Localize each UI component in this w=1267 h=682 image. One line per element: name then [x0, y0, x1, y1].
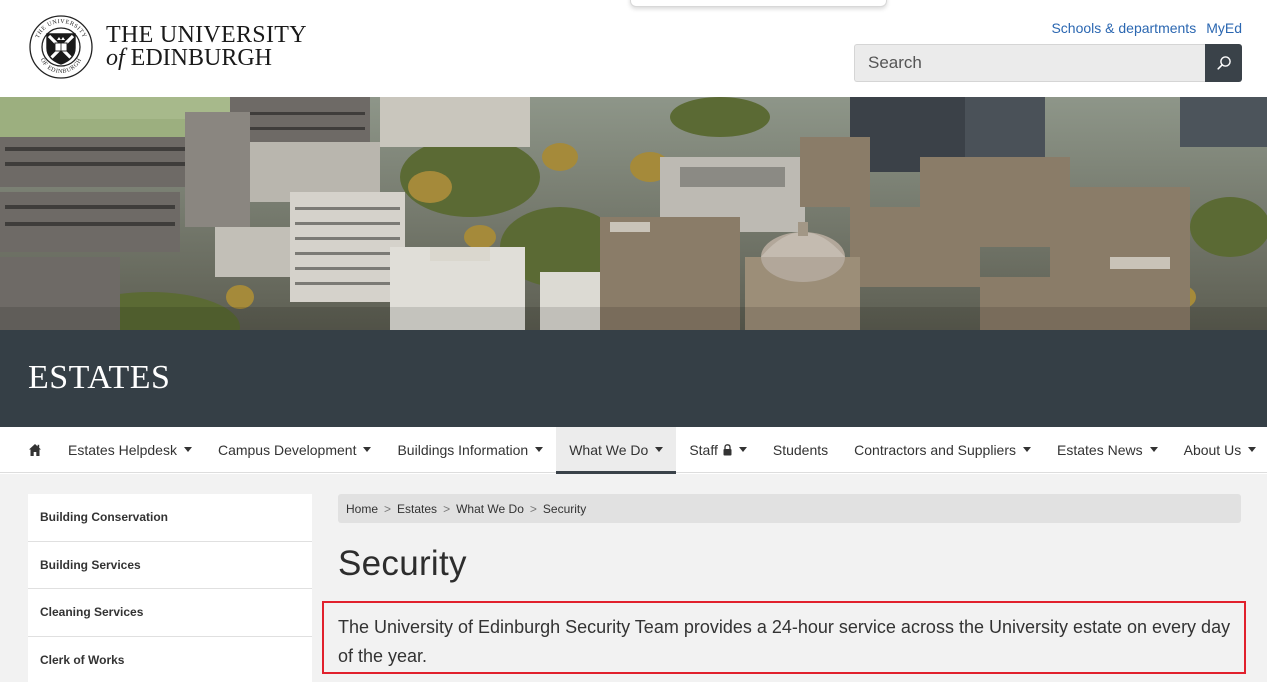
section-title[interactable]: ESTATES [28, 359, 170, 397]
nav-contractors-suppliers[interactable]: Contractors and Suppliers [841, 427, 1044, 473]
utility-links: Schools & departments MyEd [1051, 20, 1242, 36]
section-banner: ESTATES [0, 330, 1267, 427]
breadcrumb-current: Security [542, 501, 587, 516]
nav-campus-development[interactable]: Campus Development [205, 427, 385, 473]
breadcrumb-home[interactable]: Home [346, 502, 378, 516]
logo-line-2: of EDINBURGH [106, 45, 307, 71]
nav-estates-helpdesk[interactable]: Estates Helpdesk [68, 427, 205, 473]
logo-of: of [106, 45, 125, 71]
nav-label: About Us [1183, 442, 1242, 458]
nav-label: Estates Helpdesk [68, 442, 177, 458]
caret-down-icon [738, 446, 747, 452]
nav-estates-news[interactable]: Estates News [1044, 427, 1171, 473]
intro-paragraph: The University of Edinburgh Security Tea… [338, 617, 1231, 666]
sidebar-item-cleaning-services[interactable]: Cleaning Services [28, 589, 312, 637]
caret-down-icon [655, 446, 664, 452]
myed-link[interactable]: MyEd [1206, 20, 1242, 36]
logo-line-1: THE UNIVERSITY [106, 22, 307, 48]
crest-icon: THE UNIVERSITY OF EDINBURGH [29, 15, 93, 79]
caret-down-icon [1149, 446, 1158, 452]
content-area: Building Conservation Building Services … [0, 474, 1267, 682]
magnifier-icon [1216, 56, 1231, 70]
caret-down-icon [535, 446, 544, 452]
nav-label: Staff [689, 442, 718, 458]
breadcrumb-separator: > [384, 501, 392, 516]
hero-image-campus-aerial [0, 97, 1267, 330]
schools-departments-link[interactable]: Schools & departments [1051, 20, 1196, 36]
caret-down-icon [363, 446, 372, 452]
nav-about-us[interactable]: About Us [1171, 427, 1267, 473]
lock-icon [723, 444, 732, 456]
nav-label: Contractors and Suppliers [854, 442, 1017, 458]
breadcrumb-separator: > [443, 501, 451, 516]
sidebar-item-building-services[interactable]: Building Services [28, 541, 312, 589]
nav-buildings-information[interactable]: Buildings Information [384, 427, 556, 473]
nav-label: What We Do [569, 442, 649, 458]
nav-label: Buildings Information [397, 442, 529, 458]
site-header: THE UNIVERSITY OF EDINBURGH THE UNIVERSI… [0, 0, 1267, 97]
breadcrumb-what-we-do[interactable]: What We Do [456, 502, 524, 516]
page-title: Security [338, 544, 467, 583]
nav-label: Estates News [1057, 442, 1143, 458]
search-input[interactable] [854, 44, 1205, 82]
breadcrumb: Home > Estates > What We Do > Security [338, 494, 1241, 523]
breadcrumb-separator: > [529, 501, 537, 516]
home-icon[interactable] [28, 443, 42, 457]
caret-down-icon [1023, 446, 1032, 452]
nav-label: Campus Development [217, 442, 357, 458]
popup-fragment [630, 0, 887, 7]
breadcrumb-estates[interactable]: Estates [397, 502, 437, 516]
nav-students[interactable]: Students [760, 427, 841, 473]
sidebar-item-building-conservation[interactable]: Building Conservation [28, 494, 312, 542]
search-button[interactable] [1205, 44, 1242, 82]
university-logo[interactable]: THE UNIVERSITY OF EDINBURGH THE UNIVERSI… [28, 14, 307, 80]
nav-label: Students [772, 442, 829, 458]
caret-down-icon [1248, 446, 1257, 452]
sidebar-nav: Building Conservation Building Services … [28, 494, 312, 682]
site-search [854, 44, 1242, 82]
sidebar-item-clerk-of-works[interactable]: Clerk of Works [28, 636, 312, 682]
nav-staff[interactable]: Staff [676, 427, 760, 473]
logo-edinburgh: EDINBURGH [130, 45, 272, 71]
nav-what-we-do[interactable]: What We Do [556, 427, 677, 474]
caret-down-icon [183, 446, 192, 452]
main-navigation: Estates Helpdesk Campus Development Buil… [0, 427, 1267, 474]
